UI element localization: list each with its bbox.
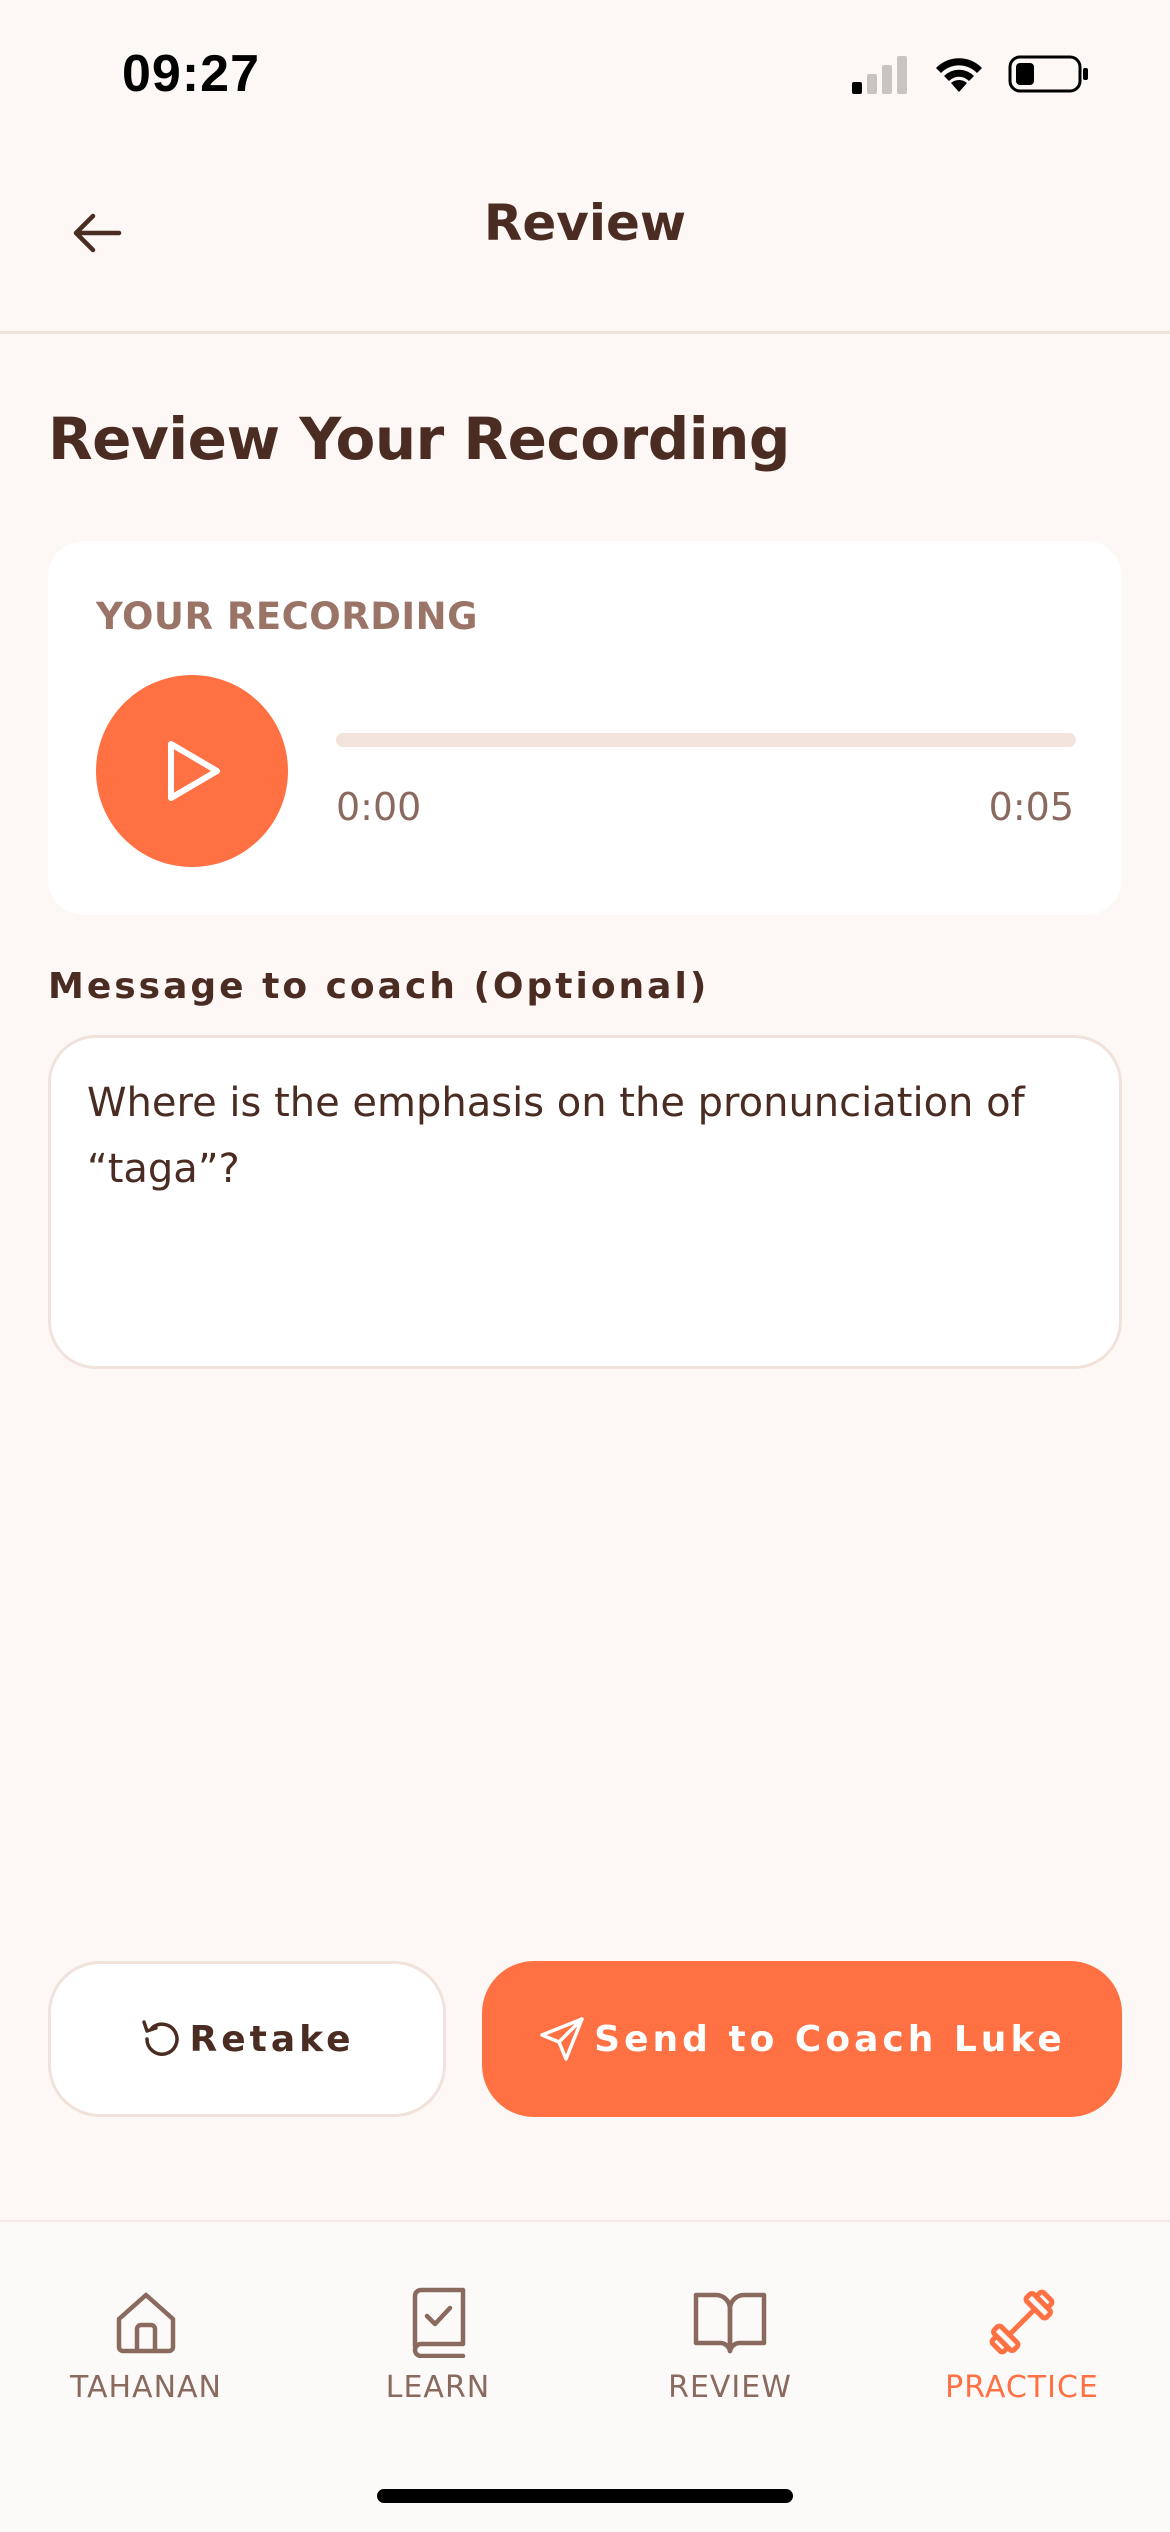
tab-review[interactable]: REVIEW (584, 2282, 876, 2412)
status-bar: 09:27 (0, 0, 1170, 150)
tab-tahanan[interactable]: TAHANAN (0, 2282, 292, 2412)
tab-label: TAHANAN (69, 2370, 222, 2405)
send-label: Send to Coach Luke (594, 2018, 1066, 2060)
play-button[interactable] (96, 675, 288, 867)
cellular-signal-icon (852, 56, 907, 94)
nav-header: Review (0, 150, 1170, 334)
send-to-coach-button[interactable]: Send to Coach Luke (482, 1961, 1122, 2117)
recording-label: YOUR RECORDING (96, 595, 479, 638)
home-icon (116, 2292, 176, 2354)
tab-label: PRACTICE (945, 2370, 1099, 2405)
status-time: 09:27 (122, 45, 260, 103)
open-book-icon (693, 2292, 767, 2354)
section-heading: Review Your Recording (48, 405, 790, 473)
battery-icon (1008, 55, 1088, 93)
message-input[interactable]: Where is the emphasis on the pronunciati… (48, 1035, 1122, 1369)
tab-label: REVIEW (668, 2370, 792, 2405)
send-icon (540, 2017, 584, 2061)
status-icons (852, 54, 1090, 94)
bottom-tab-bar: TAHANAN LEARN REVIEW PRACTICE (0, 2220, 1170, 2532)
current-time: 0:00 (336, 785, 422, 829)
dumbbell-icon (989, 2289, 1055, 2355)
book-check-icon (412, 2287, 466, 2358)
retake-label: Retake (189, 2018, 355, 2060)
tab-learn[interactable]: LEARN (292, 2282, 584, 2412)
home-indicator[interactable] (377, 2489, 793, 2503)
wifi-icon (936, 58, 982, 92)
play-icon (168, 741, 220, 801)
tab-label: LEARN (385, 2370, 491, 2405)
rotate-ccw-icon (142, 2020, 180, 2056)
tab-practice[interactable]: PRACTICE (876, 2282, 1168, 2412)
recording-card: YOUR RECORDING 0:00 0:05 (48, 541, 1122, 915)
duration: 0:05 (988, 785, 1074, 829)
message-label: Message to coach (Optional) (48, 966, 710, 1007)
page-title: Review (483, 194, 687, 252)
audio-progress-bar[interactable] (336, 733, 1076, 747)
retake-button[interactable]: Retake (48, 1961, 446, 2117)
